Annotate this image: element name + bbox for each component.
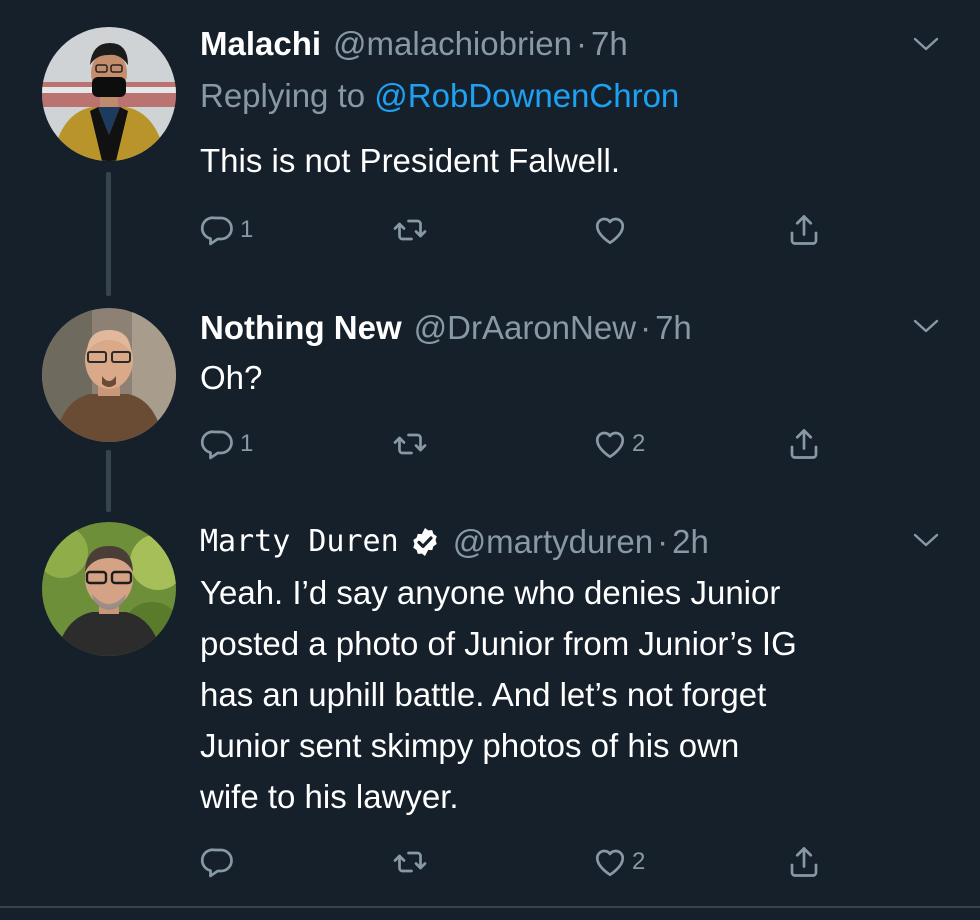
tweet-text-line: Yeah. I’d say anyone who denies Junior [200, 574, 781, 611]
handle[interactable]: @martyduren [453, 522, 653, 562]
handle[interactable]: @DrAaronNew [414, 308, 636, 348]
share-icon [786, 426, 822, 462]
tweet-text-line: has an uphill battle. And let’s not forg… [200, 676, 767, 713]
timestamp[interactable]: 2h [672, 522, 709, 562]
like-button[interactable]: 2 [592, 842, 645, 882]
divider [0, 906, 980, 908]
retweet-icon [392, 426, 428, 462]
reply-button[interactable]: 1 [200, 424, 253, 464]
share-icon [786, 212, 822, 248]
replying-prefix: Replying to [200, 77, 366, 114]
share-button[interactable] [786, 842, 822, 882]
separator-dot: · [657, 523, 669, 560]
like-button[interactable] [592, 210, 632, 250]
retweet-button[interactable] [392, 842, 432, 882]
tweet-text: Yeah. I’d say anyone who denies Junior p… [200, 567, 940, 822]
retweet-icon [392, 844, 428, 880]
reply-count: 1 [240, 216, 254, 243]
retweet-button[interactable] [392, 424, 432, 464]
tweet-header: Nothing New @DrAaronNew · 7h [200, 308, 692, 348]
display-name[interactable]: Marty Duren [200, 522, 399, 562]
heart-icon [592, 426, 628, 462]
share-icon [786, 844, 822, 880]
tweet-text-line: posted a photo of Junior from Junior’s I… [200, 625, 797, 662]
heart-icon [592, 844, 628, 880]
tweet-header: Marty Duren @martyduren · 2h [200, 522, 709, 562]
reply-icon [200, 844, 236, 880]
display-name[interactable]: Malachi [200, 24, 321, 64]
retweet-icon [392, 212, 428, 248]
tweet-nothing-new[interactable]: Nothing New @DrAaronNew · 7h Oh? 1 2 [0, 300, 980, 510]
tweet-actions: 1 [200, 210, 840, 250]
reply-button[interactable]: 1 [200, 210, 253, 250]
tweet-marty-duren[interactable]: Marty Duren @martyduren · 2h Yeah. I’d s… [0, 510, 980, 906]
avatar[interactable] [42, 522, 176, 656]
tweet-text-line: wife to his lawyer. [200, 778, 459, 815]
like-button[interactable]: 2 [592, 424, 645, 464]
replying-to: Replying to @RobDownenChron [200, 76, 679, 116]
separator-dot: · [576, 25, 587, 62]
avatar[interactable] [42, 308, 176, 442]
share-button[interactable] [786, 210, 822, 250]
tweet-actions: 2 [200, 842, 840, 882]
reply-count: 1 [240, 430, 254, 457]
reply-button[interactable] [200, 842, 240, 882]
tweet-header: Malachi @malachiobrien · 7h [200, 24, 628, 64]
like-count: 2 [632, 848, 646, 875]
tweet-actions: 1 2 [200, 424, 840, 464]
chevron-down-icon[interactable] [912, 316, 940, 336]
verified-badge-icon [412, 528, 437, 556]
timestamp[interactable]: 7h [591, 24, 628, 64]
tweet-text-line: Junior sent skimpy photos of his own [200, 727, 740, 764]
chevron-down-icon[interactable] [912, 530, 940, 550]
display-name[interactable]: Nothing New [200, 308, 402, 348]
retweet-button[interactable] [392, 210, 432, 250]
avatar[interactable] [42, 27, 176, 161]
tweet-malachi[interactable]: Malachi @malachiobrien · 7h Replying to … [0, 0, 980, 300]
like-count: 2 [632, 430, 646, 457]
separator-dot: · [640, 309, 652, 346]
share-button[interactable] [786, 424, 822, 464]
tweet-text: This is not President Falwell. [200, 142, 620, 179]
tweet-text: Oh? [200, 359, 263, 396]
handle[interactable]: @malachiobrien [333, 24, 572, 64]
heart-icon [592, 212, 628, 248]
chevron-down-icon[interactable] [912, 34, 940, 54]
timestamp[interactable]: 7h [655, 308, 692, 348]
replying-to-link[interactable]: @RobDownenChron [374, 77, 679, 114]
reply-icon [200, 426, 236, 462]
reply-icon [200, 212, 236, 248]
